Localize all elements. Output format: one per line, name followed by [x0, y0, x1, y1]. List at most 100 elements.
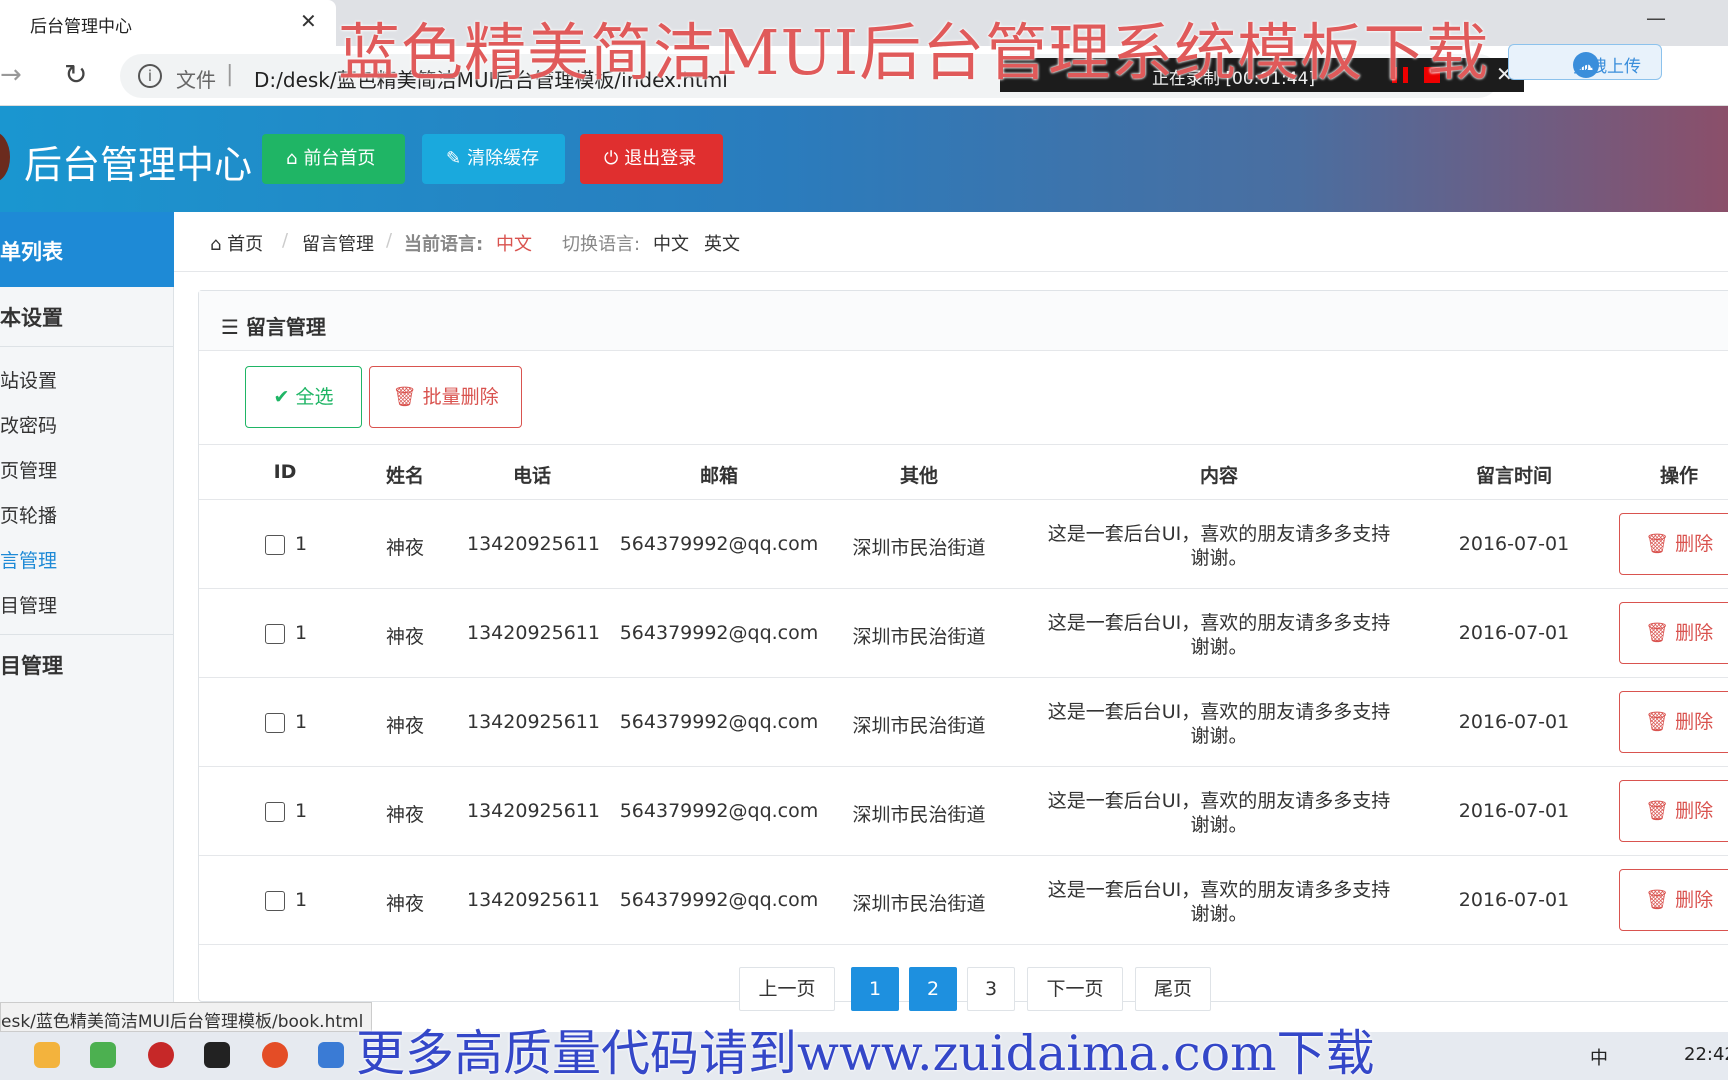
switch-language-english[interactable]: 英文 — [704, 230, 740, 256]
app-icon[interactable] — [34, 1042, 60, 1068]
cell-phone: 13420925611 — [467, 711, 600, 733]
cell-phone: 13420925611 — [467, 622, 600, 644]
row-checkbox[interactable] — [265, 624, 285, 644]
logout-button[interactable]: ⏻ 退出登录 — [580, 134, 723, 184]
cell-time: 2016-07-01 — [1458, 889, 1570, 911]
house-icon: ⌂ — [210, 234, 228, 255]
current-language-value: 中文 — [496, 234, 532, 255]
cell-other: 深圳市民治街道 — [852, 804, 986, 826]
cell-time: 2016-07-01 — [1458, 533, 1570, 555]
browser-tab[interactable]: 后台管理中心 ✕ — [0, 0, 336, 46]
ime-indicator[interactable]: 中 — [1590, 1044, 1608, 1070]
table-header: ID 姓名 电话 邮箱 其他 内容 留言时间 操作 — [199, 444, 1728, 500]
select-all-label: 全选 — [295, 386, 334, 408]
current-language-label: 当前语言: — [404, 234, 484, 255]
delete-button[interactable]: 🗑 删除 — [1619, 691, 1728, 753]
delete-label: 删除 — [1675, 711, 1714, 733]
trash-icon: 🗑 — [1644, 533, 1676, 555]
table-row: 1 神夜 13420925611 564379992@qq.com 深圳市民治街… — [199, 856, 1728, 945]
cell-content-line2: 谢谢。 — [1190, 725, 1248, 747]
cell-content-line1: 这是一套后台UI，喜欢的朋友请多多支持 — [1047, 523, 1391, 545]
cell-id: 1 — [295, 889, 308, 911]
home-button[interactable]: ⌂ 前台首页 — [262, 134, 405, 184]
sidebar-item-columns[interactable]: 目管理 — [0, 591, 57, 618]
breadcrumb-separator: / — [386, 230, 393, 251]
minimize-icon[interactable]: — — [1646, 6, 1666, 30]
cell-id: 1 — [295, 800, 308, 822]
wrench-icon: ✎ — [446, 148, 462, 169]
cell-name: 神夜 — [385, 893, 424, 915]
url-separator: | — [226, 62, 234, 87]
cell-name: 神夜 — [385, 715, 424, 737]
delete-button[interactable]: 🗑 删除 — [1619, 513, 1728, 575]
cell-content-line1: 这是一套后台UI，喜欢的朋友请多多支持 — [1047, 701, 1391, 723]
forward-icon[interactable]: → — [0, 60, 22, 90]
row-checkbox[interactable] — [265, 713, 285, 733]
sidebar-item-page-manage[interactable]: 页管理 — [0, 456, 57, 483]
chrome-icon[interactable] — [262, 1042, 288, 1068]
sidebar-item-carousel[interactable]: 页轮播 — [0, 501, 57, 528]
cell-other: 深圳市民治街道 — [852, 893, 986, 915]
divider — [0, 346, 174, 347]
wechat-icon[interactable] — [90, 1042, 116, 1068]
sidebar-group-basic[interactable]: 本设置 — [0, 302, 63, 332]
cell-id: 1 — [295, 622, 308, 644]
pagination-page-1[interactable]: 1 — [851, 967, 899, 1011]
row-checkbox[interactable] — [265, 891, 285, 911]
cell-other: 深圳市民治街道 — [852, 715, 986, 737]
tab-close-icon[interactable]: ✕ — [300, 9, 317, 33]
logout-label: 退出登录 — [624, 148, 697, 169]
cell-time: 2016-07-01 — [1458, 622, 1570, 644]
cell-time: 2016-07-01 — [1458, 711, 1570, 733]
sidebar: 单列表 本设置 站设置 改密码 页管理 页轮播 言管理 目管理 目管理 — [0, 212, 174, 1002]
power-icon: ⏻ — [604, 148, 619, 169]
delete-button[interactable]: 🗑 删除 — [1619, 602, 1728, 664]
clock[interactable]: 22:42 — [1684, 1044, 1728, 1065]
delete-label: 删除 — [1675, 533, 1714, 555]
breadcrumb-home[interactable]: ⌂ 首页 — [210, 230, 263, 256]
watermark-bottom: 更多高质量代码请到www.zuidaima.com下载 — [356, 1025, 1375, 1082]
trash-icon: 🗑 — [392, 386, 423, 408]
explorer-icon[interactable] — [318, 1042, 344, 1068]
sidebar-item-site-settings[interactable]: 站设置 — [0, 366, 57, 393]
pagination-next[interactable]: 下一页 — [1027, 967, 1123, 1011]
row-checkbox[interactable] — [265, 535, 285, 555]
cell-name: 神夜 — [385, 804, 424, 826]
reload-icon[interactable]: ↻ — [64, 58, 87, 91]
status-bar: esk/蓝色精美简洁MUI后台管理模板/book.html — [0, 1002, 372, 1032]
pagination-prev[interactable]: 上一页 — [739, 967, 835, 1011]
sidebar-group-column[interactable]: 目管理 — [0, 650, 63, 680]
url-scheme-label: 文件 — [176, 68, 216, 92]
cell-email: 564379992@qq.com — [619, 711, 819, 733]
recorder-icon[interactable] — [148, 1042, 174, 1068]
cell-name: 神夜 — [385, 537, 424, 559]
column-header-name: 姓名 — [385, 465, 424, 487]
switch-language-chinese[interactable]: 中文 — [653, 230, 689, 256]
cell-other: 深圳市民治街道 — [852, 537, 986, 559]
info-icon[interactable]: i — [138, 64, 162, 88]
drag-upload-button[interactable]: ☁ 拖拽上传 — [1508, 44, 1662, 80]
sidebar-item-change-password[interactable]: 改密码 — [0, 411, 57, 438]
pagination-page-2[interactable]: 2 — [909, 967, 957, 1011]
app-title: 后台管理中心 — [24, 143, 253, 187]
clear-cache-button[interactable]: ✎ 清除缓存 — [422, 134, 565, 184]
delete-button[interactable]: 🗑 删除 — [1619, 869, 1728, 931]
sidebar-item-messages[interactable]: 言管理 — [0, 546, 57, 573]
batch-delete-button[interactable]: 🗑 批量删除 — [369, 366, 522, 428]
sidebar-header-label: 单列表 — [0, 240, 63, 264]
tab-title: 后台管理中心 — [30, 17, 132, 37]
delete-button[interactable]: 🗑 删除 — [1619, 780, 1728, 842]
breadcrumb-current[interactable]: 留言管理 — [302, 230, 374, 256]
avatar — [0, 132, 10, 182]
column-header-email: 邮箱 — [699, 465, 738, 487]
clear-cache-label: 清除缓存 — [467, 148, 540, 169]
select-all-button[interactable]: ✔ 全选 — [245, 366, 362, 428]
column-header-content: 内容 — [1199, 465, 1238, 487]
switch-language-label: 切换语言: — [562, 234, 641, 255]
pagination-page-3[interactable]: 3 — [967, 967, 1015, 1011]
pagination-last[interactable]: 尾页 — [1135, 967, 1211, 1011]
row-checkbox[interactable] — [265, 802, 285, 822]
terminal-icon[interactable] — [204, 1042, 230, 1068]
house-icon: ⌂ — [286, 148, 298, 169]
cell-id: 1 — [295, 711, 308, 733]
